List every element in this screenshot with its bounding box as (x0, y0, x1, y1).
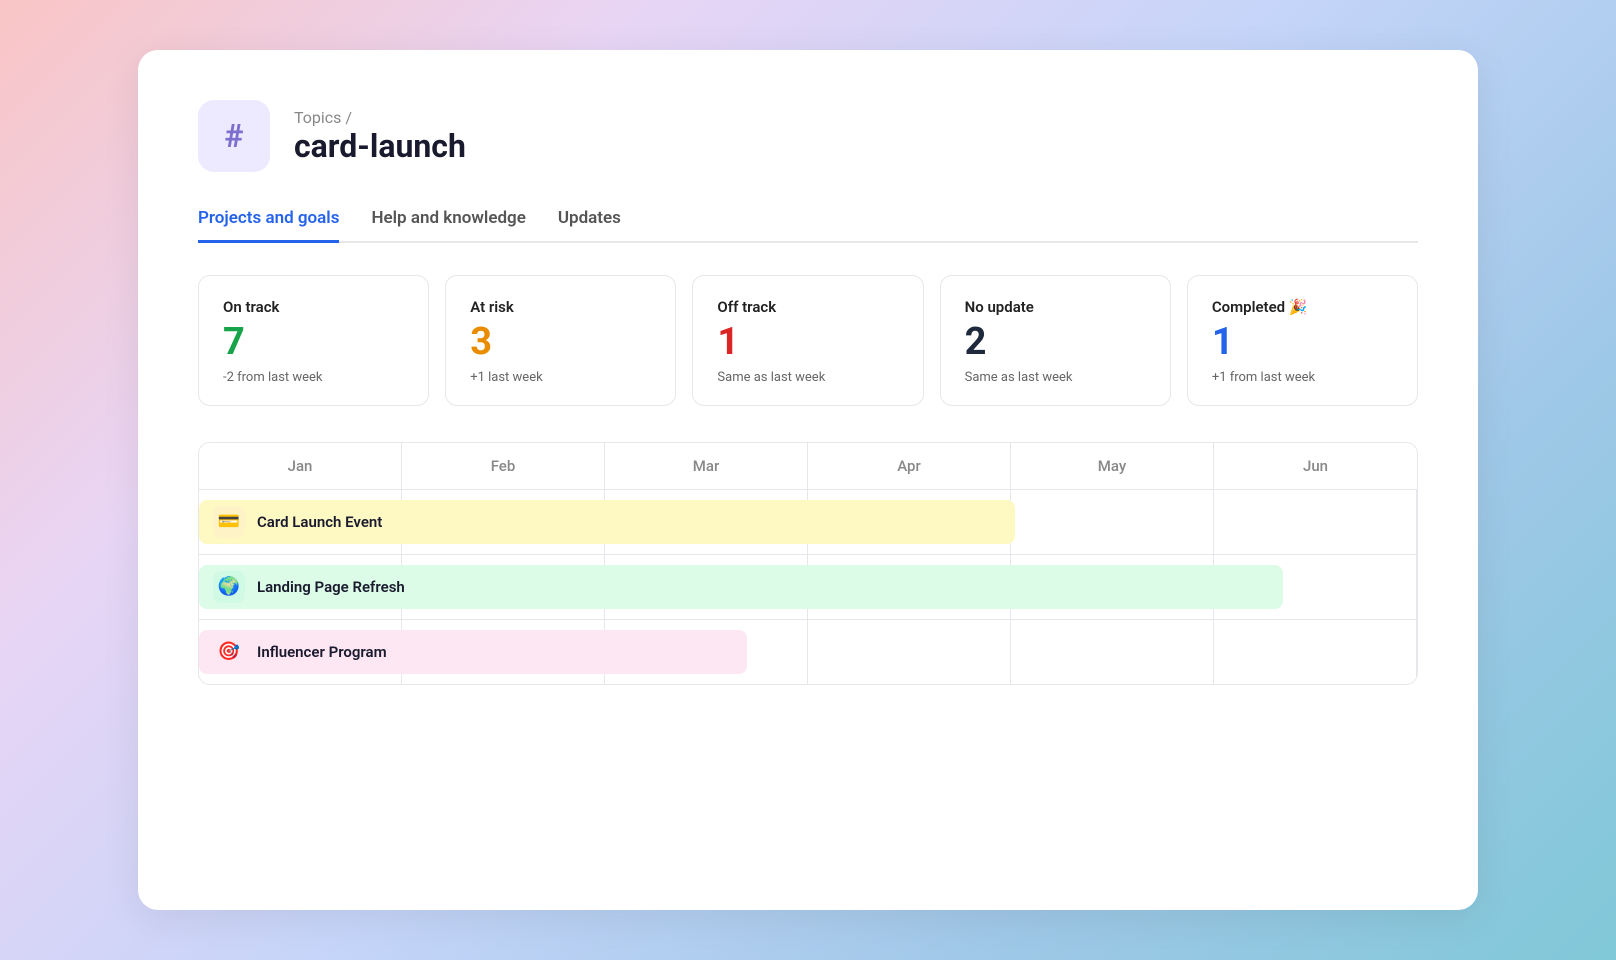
tab-bar: Projects and goals Help and knowledge Up… (198, 208, 1418, 243)
gantt-header: Jan Feb Mar Apr May Jun (199, 443, 1417, 490)
stat-off-track: Off track 1 Same as last week (692, 275, 923, 406)
tab-updates[interactable]: Updates (558, 208, 621, 243)
stat-at-risk-number: 3 (470, 322, 651, 364)
project-icon-influencer: 🎯 (213, 636, 245, 668)
gantt-month-jan: Jan (199, 443, 402, 489)
gantt-month-may: May (1011, 443, 1214, 489)
stat-off-track-number: 1 (717, 322, 898, 364)
stats-row: On track 7 -2 from last week At risk 3 +… (198, 275, 1418, 406)
gantt-month-feb: Feb (402, 443, 605, 489)
project-icon-card-launch: 💳 (213, 506, 245, 538)
breadcrumb: Topics / (294, 108, 466, 127)
gantt-bar-card-launch[interactable]: 💳 Card Launch Event (199, 500, 1015, 544)
stat-no-update-label: No update (965, 298, 1146, 316)
stat-completed-label: Completed 🎉 (1212, 298, 1393, 316)
project-name-card-launch: Card Launch Event (257, 513, 382, 531)
stat-completed-sub: +1 from last week (1212, 370, 1393, 385)
gantt-cell (1214, 620, 1417, 684)
tab-help-knowledge[interactable]: Help and knowledge (371, 208, 525, 243)
stat-completed-number: 1 (1212, 322, 1393, 364)
gantt-month-mar: Mar (605, 443, 808, 489)
topic-icon: # (198, 100, 270, 172)
stat-on-track-sub: -2 from last week (223, 370, 404, 385)
gantt-cell (808, 620, 1011, 684)
main-card: # Topics / card-launch Projects and goal… (138, 50, 1478, 910)
gantt-month-jun: Jun (1214, 443, 1417, 489)
gantt-bar-influencer[interactable]: 🎯 Influencer Program (199, 630, 747, 674)
stat-completed: Completed 🎉 1 +1 from last week (1187, 275, 1418, 406)
gantt-row-landing-page[interactable]: 🌍 Landing Page Refresh (199, 555, 1417, 620)
gantt-row-card-launch[interactable]: 💳 Card Launch Event (199, 490, 1417, 555)
gantt-cell (1011, 620, 1214, 684)
stat-on-track-number: 7 (223, 322, 404, 364)
project-name-influencer: Influencer Program (257, 643, 387, 661)
gantt-cell (1011, 490, 1214, 554)
project-icon-landing-page: 🌍 (213, 571, 245, 603)
header-text: Topics / card-launch (294, 108, 466, 165)
gantt-row-influencer[interactable]: 🎯 Influencer Program (199, 620, 1417, 684)
page-header: # Topics / card-launch (198, 100, 1418, 172)
project-name-landing-page: Landing Page Refresh (257, 578, 405, 596)
stat-off-track-sub: Same as last week (717, 370, 898, 385)
gantt-body: 💳 Card Launch Event 🌍 Landing Page Refre… (199, 490, 1417, 684)
stat-at-risk-label: At risk (470, 298, 651, 316)
stat-no-update-sub: Same as last week (965, 370, 1146, 385)
tab-projects-goals[interactable]: Projects and goals (198, 208, 339, 243)
stat-off-track-label: Off track (717, 298, 898, 316)
stat-no-update: No update 2 Same as last week (940, 275, 1171, 406)
stat-at-risk: At risk 3 +1 last week (445, 275, 676, 406)
stat-on-track: On track 7 -2 from last week (198, 275, 429, 406)
gantt-chart: Jan Feb Mar Apr May Jun 💳 Card Launch Ev… (198, 442, 1418, 685)
gantt-bar-landing-page[interactable]: 🌍 Landing Page Refresh (199, 565, 1283, 609)
page-title: card-launch (294, 127, 466, 165)
gantt-cell (1214, 490, 1417, 554)
gantt-month-apr: Apr (808, 443, 1011, 489)
stat-no-update-number: 2 (965, 322, 1146, 364)
stat-at-risk-sub: +1 last week (470, 370, 651, 385)
stat-on-track-label: On track (223, 298, 404, 316)
